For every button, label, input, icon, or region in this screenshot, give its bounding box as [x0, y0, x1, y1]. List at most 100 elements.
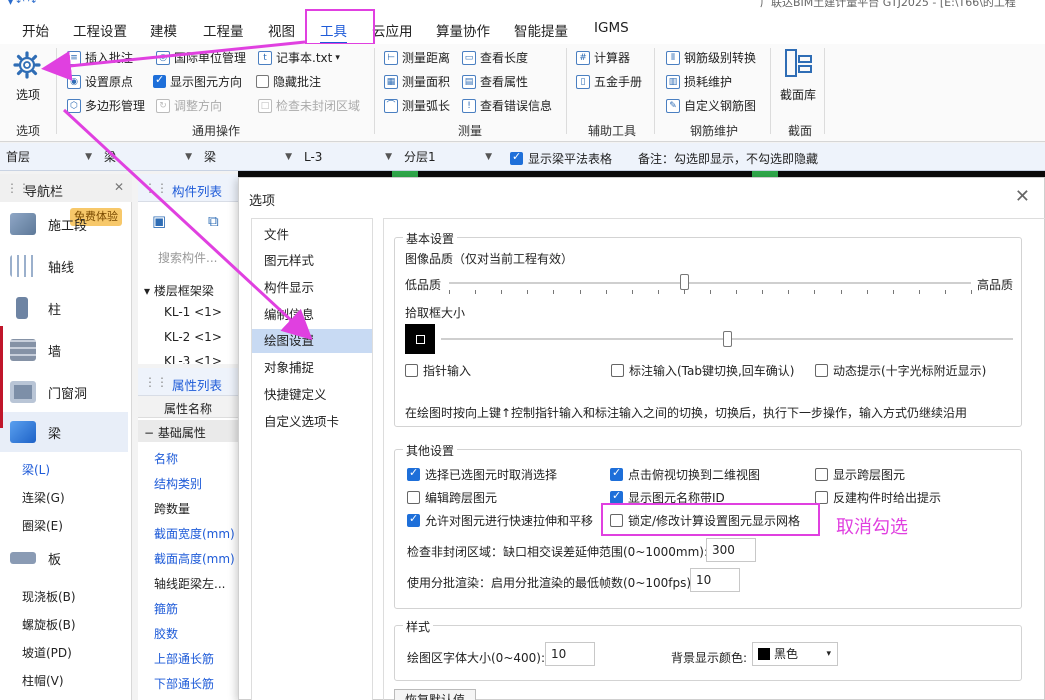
dialog-nav-shortcuts[interactable]: 快捷键定义 — [252, 383, 372, 407]
menu-smart-extract[interactable]: 智能提量 — [514, 20, 568, 40]
hide-annotation-checkbox[interactable]: 隐藏批注 — [256, 73, 321, 90]
new-component-icon[interactable]: ▣ — [152, 212, 166, 230]
property-row[interactable]: 截面宽度(mm) — [154, 525, 235, 542]
other-setting-checkbox[interactable]: 显示跨层图元 — [815, 466, 905, 483]
menu-modeling[interactable]: 建模 — [150, 20, 177, 40]
drag-handle-icon[interactable]: ⋮⋮ — [144, 181, 168, 195]
measure-arc-button[interactable]: ⌒ 测量弧长 — [384, 97, 450, 114]
property-row[interactable]: 下部通长筋 — [154, 675, 214, 692]
menu-cloud[interactable]: 云应用 — [372, 20, 413, 40]
dialog-nav-object-snap[interactable]: 对象捕捉 — [252, 356, 372, 380]
dialog-nav-compile-info[interactable]: 编制信息 — [252, 303, 372, 327]
menu-quantity[interactable]: 工程量 — [203, 20, 244, 40]
nav-item-slab[interactable]: 板 — [0, 538, 128, 578]
calculator-button[interactable]: # 计算器 — [576, 49, 630, 66]
property-row[interactable]: 上部通长筋 — [154, 650, 214, 667]
batch-render-input[interactable]: 10 — [690, 568, 740, 592]
component-item[interactable]: KL-1 <1> — [164, 305, 222, 319]
dynamic-hint-checkbox[interactable]: 动态提示(十字光标附近显示) — [815, 362, 986, 379]
nav-sub-ring-beam[interactable]: 圈梁(E) — [22, 517, 63, 534]
nav-item-construction-segment[interactable]: 施工段 — [0, 204, 128, 244]
font-size-input[interactable]: 10 — [545, 642, 595, 666]
set-origin-button[interactable]: ◉ 设置原点 — [67, 73, 133, 90]
property-row[interactable]: 跨数量 — [154, 500, 190, 517]
dialog-nav-custom-tab[interactable]: 自定义选项卡 — [252, 410, 372, 434]
pick-box-slider[interactable] — [441, 330, 1013, 350]
property-row[interactable]: 结构类别 — [154, 475, 202, 492]
measure-distance-button[interactable]: ⊢ 测量距离 — [384, 49, 450, 66]
nav-item-axis[interactable]: 轴线 — [0, 246, 128, 286]
hardware-manual-button[interactable]: ▯ 五金手册 — [576, 73, 642, 90]
rebar-grade-convert-button[interactable]: ⫴ 钢筋级别转换 — [666, 49, 756, 66]
check-unclosed-button[interactable]: □ 检查未封闭区域 — [258, 97, 360, 114]
view-property-button[interactable]: ▤ 查看属性 — [462, 73, 528, 90]
property-row[interactable]: 截面高度(mm) — [154, 550, 235, 567]
slider-thumb[interactable] — [723, 331, 732, 347]
other-setting-checkbox[interactable]: 点击俯视切换到二维视图 — [610, 466, 760, 483]
type-select-2[interactable]: 梁 ▼ — [200, 147, 298, 167]
nav-sub-beam-l[interactable]: 梁(L) — [22, 461, 50, 478]
dialog-nav-component-display[interactable]: 构件显示 — [252, 276, 372, 300]
custom-rebar-button[interactable]: ✎ 自定义钢筋图 — [666, 97, 756, 114]
nav-sub-coupling-beam[interactable]: 连梁(G) — [22, 489, 65, 506]
property-row[interactable]: 轴线距梁左... — [154, 575, 225, 592]
adjust-direction-button[interactable]: ↻ 调整方向 — [156, 97, 222, 114]
dialog-nav-file[interactable]: 文件 — [252, 223, 372, 247]
menu-igms[interactable]: IGMS — [594, 20, 629, 36]
property-row[interactable]: 胶数 — [154, 625, 178, 642]
slider-thumb[interactable] — [680, 274, 689, 290]
other-setting-checkbox[interactable]: 允许对图元进行快速拉伸和平移 — [407, 512, 593, 529]
nav-item-column[interactable]: 柱 — [0, 288, 128, 328]
menu-start[interactable]: 开始 — [22, 20, 49, 40]
menu-view[interactable]: 视图 — [268, 20, 295, 40]
nav-sub-ramp[interactable]: 坡道(PD) — [22, 644, 72, 661]
property-row[interactable]: 名称 — [154, 450, 178, 467]
nav-sub-column-cap[interactable]: 柱帽(V) — [22, 672, 64, 689]
floor-select[interactable]: 首层 ▼ — [2, 147, 98, 167]
section-library-label[interactable]: 截面库 — [780, 86, 816, 103]
quick-access-toolbar[interactable]: ▾ ↶ ↷ — [8, 0, 36, 8]
property-row[interactable]: 箍筋 — [154, 600, 178, 617]
insert-annotation-button[interactable]: ≡ 插入批注 — [67, 49, 133, 66]
property-group[interactable]: − 基础属性 — [138, 420, 238, 442]
loss-maintenance-button[interactable]: ▥ 损耗维护 — [666, 73, 732, 90]
menu-collab[interactable]: 算量协作 — [436, 20, 490, 40]
other-setting-checkbox[interactable]: 选择已选图元时取消选择 — [407, 466, 557, 483]
component-item[interactable]: KL-2 <1> — [164, 330, 222, 344]
nav-item-door-window[interactable]: 门窗洞 — [0, 372, 128, 412]
pointer-input-checkbox[interactable]: 指针输入 — [405, 362, 471, 379]
show-beam-table-checkbox[interactable]: 显示梁平法表格 — [510, 150, 612, 167]
copy-icon[interactable]: ⧉ — [208, 212, 219, 230]
check-range-input[interactable]: 300 — [706, 538, 756, 562]
close-icon[interactable]: ✕ — [1015, 186, 1030, 207]
member-select[interactable]: L-3 ▼ — [300, 147, 398, 167]
component-search-input[interactable]: 搜索构件... — [158, 249, 217, 266]
other-setting-checkbox[interactable]: 反建构件时给出提示 — [815, 489, 941, 506]
dialog-nav-drawing-settings[interactable]: 绘图设置 — [252, 329, 372, 353]
type-select-1[interactable]: 梁 ▼ — [100, 147, 198, 167]
drag-handle-icon[interactable]: ⋮⋮ — [144, 375, 168, 389]
polygon-mgmt-button[interactable]: ⬡ 多边形管理 — [67, 97, 145, 114]
other-setting-checkbox[interactable]: 编辑跨层图元 — [407, 489, 497, 506]
nav-sub-spiral-slab[interactable]: 螺旋板(B) — [22, 616, 76, 633]
nav-sub-cast-slab[interactable]: 现浇板(B) — [22, 588, 76, 605]
notepad-button[interactable]: t 记事本.txt ▾ — [258, 49, 340, 66]
image-quality-slider[interactable] — [449, 274, 972, 298]
show-direction-checkbox[interactable]: 显示图元方向 — [153, 73, 242, 90]
nav-item-beam[interactable]: 梁 — [0, 412, 128, 452]
nav-item-wall[interactable]: 墙 — [0, 330, 128, 370]
options-button-label[interactable]: 选项 — [16, 86, 40, 103]
dimension-input-checkbox[interactable]: 标注输入(Tab键切换,回车确认) — [611, 362, 795, 379]
close-icon[interactable]: ✕ — [114, 180, 124, 194]
component-item[interactable]: KL-3 <1> — [164, 354, 222, 364]
options-button[interactable] — [10, 48, 46, 84]
dialog-nav-element-style[interactable]: 图元样式 — [252, 249, 372, 273]
menu-project-settings[interactable]: 工程设置 — [73, 20, 127, 40]
view-length-button[interactable]: ▭ 查看长度 — [462, 49, 528, 66]
view-errors-button[interactable]: ! 查看错误信息 — [462, 97, 552, 114]
intl-unit-mgmt-button[interactable]: ◎ 国际单位管理 — [156, 49, 246, 66]
bg-color-select[interactable]: 黑色 ▾ — [752, 642, 838, 666]
layer-select[interactable]: 分层1 ▼ — [400, 147, 498, 167]
tree-root[interactable]: ▾ 楼层框架梁 — [144, 282, 214, 299]
section-library-button[interactable] — [784, 48, 814, 80]
